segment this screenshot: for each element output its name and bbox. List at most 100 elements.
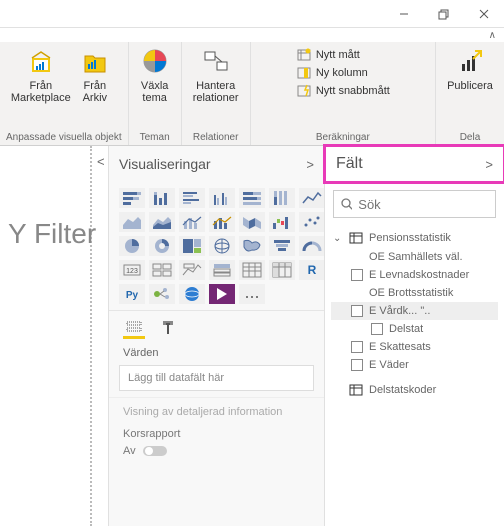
checkbox-icon[interactable] (351, 269, 363, 281)
table-pensionsstatistik[interactable]: ⌄ Pensionsstatistik (331, 228, 498, 248)
vis-donut[interactable] (149, 236, 175, 256)
ribbon-relationer-label: Hantera relationer (193, 80, 239, 104)
vis-stacked-bar[interactable] (119, 188, 145, 208)
vis-map[interactable] (209, 236, 235, 256)
vis-ribbon[interactable] (239, 212, 265, 232)
field-label: OE Brottsstatistik (369, 287, 453, 299)
vis-kpi[interactable] (179, 260, 205, 280)
vis-clustered-column[interactable] (209, 188, 235, 208)
checkbox-icon[interactable] (351, 305, 363, 317)
ribbon-nytt-matt-button[interactable]: Nytt mått (296, 48, 360, 62)
watermark-text: Y Filter (8, 218, 96, 250)
field-vader[interactable]: E Väder (331, 356, 498, 374)
table-label: Pensionsstatistik (369, 232, 451, 244)
ribbon-publicera-button[interactable]: Publicera (442, 46, 498, 92)
ribbon-relationer-button[interactable]: Hantera relationer (188, 46, 244, 104)
ribbon-group-rel-label: Relationer (193, 132, 239, 143)
ribbon-arkiv-button[interactable]: Från Arkiv (75, 46, 115, 104)
svg-text:123: 123 (126, 268, 138, 275)
vis-matrix[interactable] (269, 260, 295, 280)
vis-100-bar[interactable] (239, 188, 265, 208)
format-tab[interactable] (157, 317, 179, 339)
ribbon-ny-kolumn-label: Ny kolumn (316, 67, 368, 79)
vis-stacked-column[interactable] (149, 188, 175, 208)
panel-collapse-left-icon[interactable]: < (97, 154, 105, 169)
ribbon-nytt-snabb-label: Nytt snabbmått (316, 85, 390, 97)
ribbon-publicera-label: Publicera (447, 80, 493, 92)
checkbox-icon[interactable] (351, 341, 363, 353)
vis-card[interactable]: 123 (119, 260, 145, 280)
ribbon-ny-kolumn-button[interactable]: Ny kolumn (296, 66, 368, 80)
table-label: Delstatskoder (369, 384, 436, 396)
ribbon-arkiv-label: Från Arkiv (83, 80, 107, 104)
vis-stacked-area[interactable] (149, 212, 175, 232)
ribbon-tema-button[interactable]: Växla tema (135, 46, 175, 104)
field-label: E Vårdk... ".. (369, 305, 430, 317)
vis-area[interactable] (119, 212, 145, 232)
values-dropzone[interactable]: Lägg till datafält här (119, 365, 314, 391)
vis-100-column[interactable] (269, 188, 295, 208)
vis-waterfall[interactable] (269, 212, 295, 232)
ribbon-group-teman-label: Teman (140, 132, 170, 143)
visualizations-header: Visualiseringar (119, 156, 211, 172)
vis-r[interactable]: R (299, 260, 325, 280)
vis-combo1[interactable] (179, 212, 205, 232)
vis-import[interactable] (239, 284, 265, 304)
vis-line[interactable] (299, 188, 325, 208)
vis-pie[interactable] (119, 236, 145, 256)
field-skattesats[interactable]: E Skattesats (331, 338, 498, 356)
vis-multi-card[interactable] (149, 260, 175, 280)
fields-tab[interactable] (123, 317, 145, 339)
chevron-right-icon: > (485, 157, 493, 172)
vis-funnel[interactable] (269, 236, 295, 256)
vis-key-influencers[interactable] (149, 284, 175, 304)
ribbon-marketplace-button[interactable]: Från Marketplace (13, 46, 69, 104)
field-brottsstatistik[interactable]: OE Brottsstatistik (331, 284, 498, 302)
vis-clustered-bar[interactable] (179, 188, 205, 208)
ribbon-group-visuals-label: Anpassade visuella objekt (6, 132, 122, 143)
checkbox-icon[interactable] (351, 359, 363, 371)
field-samhallets[interactable]: OE Samhällets väl. (331, 248, 498, 266)
visualizations-gallery: 123 R Py (109, 182, 324, 310)
table-icon (349, 384, 363, 396)
field-label: Delstat (389, 323, 423, 335)
table-icon (349, 232, 363, 244)
field-label: E Väder (369, 359, 409, 371)
fields-search[interactable] (333, 190, 496, 218)
ribbon-collapse-icon[interactable]: ∧ (489, 30, 496, 41)
vis-gauge[interactable] (299, 236, 325, 256)
field-delstat[interactable]: Delstat (331, 320, 498, 338)
crossreport-toggle[interactable] (142, 444, 168, 458)
window-minimize-button[interactable] (384, 1, 424, 27)
ribbon-group-calc-label: Beräkningar (316, 132, 370, 143)
checkbox-icon[interactable] (371, 323, 383, 335)
field-label: OE Samhällets väl. (369, 251, 463, 263)
window-close-button[interactable] (464, 1, 504, 27)
fields-header-label: Fält (336, 155, 363, 173)
vis-scatter[interactable] (299, 212, 325, 232)
window-restore-button[interactable] (424, 1, 464, 27)
vis-py[interactable]: Py (119, 284, 145, 304)
fields-search-input[interactable] (358, 197, 489, 212)
vis-combo2[interactable] (209, 212, 235, 232)
report-canvas[interactable]: Y Filter (0, 146, 108, 526)
vis-treemap[interactable] (179, 236, 205, 256)
ribbon-nytt-snabbmatt-button[interactable]: Nytt snabbmått (296, 84, 390, 98)
svg-text:R: R (308, 263, 317, 277)
vis-filled-map[interactable] (239, 236, 265, 256)
fields-panel-header[interactable]: Fält > (323, 144, 504, 184)
vis-arcgis[interactable] (179, 284, 205, 304)
field-vardk[interactable]: E Vårdk... ".. (331, 302, 498, 320)
field-levnadskostnader[interactable]: E Levnadskostnader (331, 266, 498, 284)
ribbon: Från Marketplace Från Arkiv Anpassade vi… (0, 42, 504, 146)
chevron-right-icon[interactable]: > (306, 157, 314, 172)
ribbon-group-dela-label: Dela (460, 132, 481, 143)
vis-powerapps[interactable] (209, 284, 235, 304)
vis-slicer[interactable] (209, 260, 235, 280)
crossreport-label: Korsrapport (109, 422, 324, 442)
field-label: E Levnadskostnader (369, 269, 469, 281)
vis-table[interactable] (239, 260, 265, 280)
values-section-label: Värden (109, 345, 324, 363)
table-delstatskoder[interactable]: Delstatskoder (331, 380, 498, 400)
drillthrough-label: Visning av detaljerad information (109, 397, 324, 422)
